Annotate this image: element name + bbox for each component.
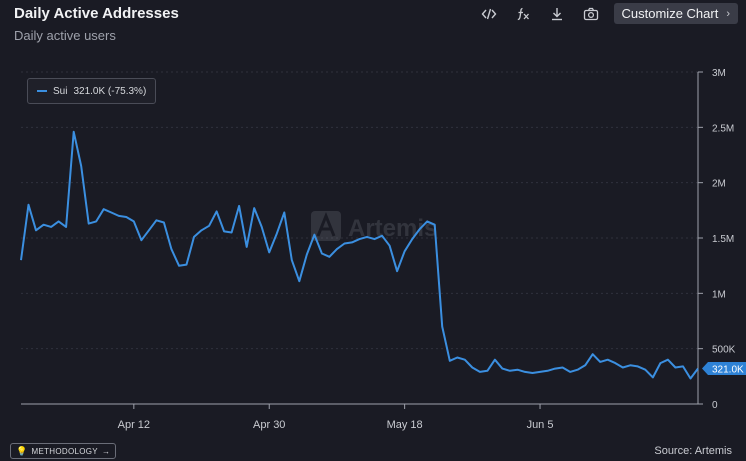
methodology-button[interactable]: 💡 METHODOLOGY →	[10, 443, 117, 459]
y-tick-label: 2.5M	[712, 123, 734, 134]
x-tick-label: May 18	[387, 419, 423, 431]
y-tick-label: 1M	[712, 289, 726, 300]
grid-lines	[21, 71, 698, 350]
y-tick-label: 0	[712, 400, 718, 411]
last-value-label: 321.0K	[712, 364, 744, 375]
chart-legend[interactable]: Sui 321.0K (-75.3%)	[27, 78, 157, 104]
chart-footer: 💡 METHODOLOGY → Source: Artemis	[0, 438, 746, 461]
x-tick-label: Apr 30	[253, 419, 285, 431]
lightbulb-icon: 💡	[16, 445, 28, 456]
y-tick-label: 1.5M	[712, 234, 734, 245]
series-line-sui	[20, 130, 699, 380]
legend-value: 321.0K (-75.3%)	[73, 85, 147, 97]
x-tick-label: Jun 5	[527, 419, 554, 431]
legend-series-name: Sui	[53, 85, 68, 97]
methodology-label: METHODOLOGY	[31, 446, 98, 456]
y-tick-label: 500K	[712, 345, 736, 356]
series-layer	[20, 130, 699, 380]
y-tick-label: 3M	[712, 68, 726, 79]
watermark: Artemis	[311, 211, 437, 242]
line-chart[interactable]: Artemis 0 500K 1M 1.5M 2M 2.5M 3M Apr 12 Apr 30 M…	[0, 0, 746, 461]
arrow-right-icon: →	[101, 446, 111, 456]
x-tick-label: Apr 12	[118, 419, 150, 431]
source-label: Source: Artemis	[654, 445, 732, 457]
y-tick-label: 2M	[712, 179, 726, 190]
legend-swatch	[37, 90, 47, 92]
